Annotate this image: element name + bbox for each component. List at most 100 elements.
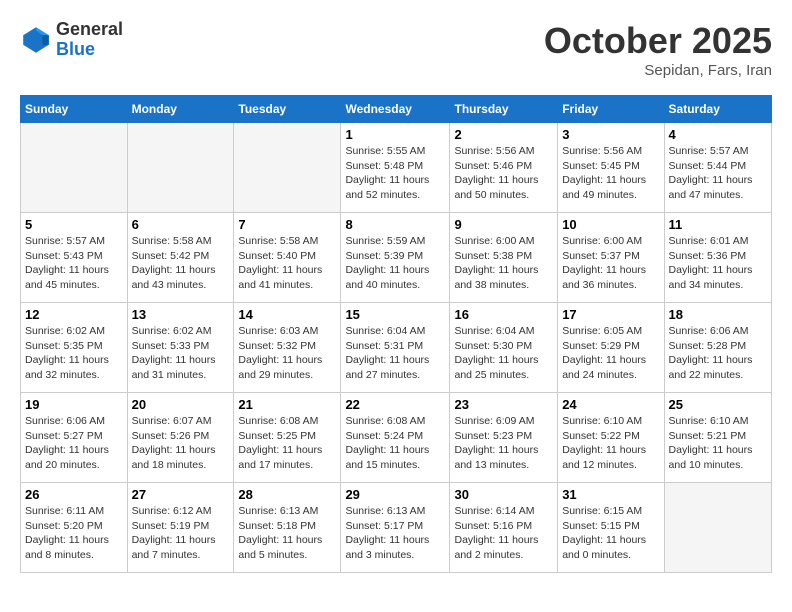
calendar-cell: 17 Sunrise: 6:05 AM Sunset: 5:29 PM Dayli… xyxy=(558,303,664,393)
logo-blue-text: Blue xyxy=(56,40,123,60)
calendar-week-row: 12Sunrise: 6:02 AM Sunset: 5:35 PM Dayli… xyxy=(21,303,772,393)
day-number: 3 xyxy=(562,127,659,142)
logo-icon xyxy=(20,24,52,56)
logo: General Blue xyxy=(20,20,123,60)
calendar-cell: 12Sunrise: 6:02 AM Sunset: 5:35 PM Dayli… xyxy=(21,303,128,393)
calendar-week-row: 19 Sunrise: 6:06 AM Sunset: 5:27 PM Dayli… xyxy=(21,393,772,483)
day-info: Sunrise: 5:55 AM Sunset: 5:48 PM Dayligh… xyxy=(345,144,445,203)
calendar-table: SundayMondayTuesdayWednesdayThursdayFrid… xyxy=(20,95,772,573)
calendar-cell: 3 Sunrise: 5:56 AM Sunset: 5:45 PM Daylig… xyxy=(558,123,664,213)
weekday-header-row: SundayMondayTuesdayWednesdayThursdayFrid… xyxy=(21,96,772,123)
calendar-cell: 26 Sunrise: 6:11 AM Sunset: 5:20 PM Dayli… xyxy=(21,483,128,573)
calendar-cell: 11 Sunrise: 6:01 AM Sunset: 5:36 PM Dayli… xyxy=(664,213,771,303)
calendar-cell: 13 Sunrise: 6:02 AM Sunset: 5:33 PM Dayli… xyxy=(127,303,234,393)
day-info: Sunrise: 6:01 AM Sunset: 5:36 PM Dayligh… xyxy=(669,234,767,293)
calendar-week-row: 5 Sunrise: 5:57 AM Sunset: 5:43 PM Daylig… xyxy=(21,213,772,303)
day-info: Sunrise: 6:05 AM Sunset: 5:29 PM Dayligh… xyxy=(562,324,659,383)
day-number: 21 xyxy=(238,397,336,412)
day-number: 26 xyxy=(25,487,123,502)
day-number: 7 xyxy=(238,217,336,232)
month-title: October 2025 xyxy=(544,20,772,62)
calendar-cell: 8 Sunrise: 5:59 AM Sunset: 5:39 PM Daylig… xyxy=(341,213,450,303)
day-number: 20 xyxy=(132,397,230,412)
day-info: Sunrise: 6:06 AM Sunset: 5:27 PM Dayligh… xyxy=(25,414,123,473)
logo-text: General Blue xyxy=(56,20,123,60)
day-info: Sunrise: 6:03 AM Sunset: 5:32 PM Dayligh… xyxy=(238,324,336,383)
calendar-cell: 18 Sunrise: 6:06 AM Sunset: 5:28 PM Dayli… xyxy=(664,303,771,393)
calendar-cell xyxy=(21,123,128,213)
calendar-cell: 27 Sunrise: 6:12 AM Sunset: 5:19 PM Dayli… xyxy=(127,483,234,573)
calendar-cell: 7 Sunrise: 5:58 AM Sunset: 5:40 PM Daylig… xyxy=(234,213,341,303)
day-number: 2 xyxy=(454,127,553,142)
weekday-header-monday: Monday xyxy=(127,96,234,123)
weekday-header-wednesday: Wednesday xyxy=(341,96,450,123)
day-number: 5 xyxy=(25,217,123,232)
calendar-week-row: 1Sunrise: 5:55 AM Sunset: 5:48 PM Daylig… xyxy=(21,123,772,213)
day-number: 31 xyxy=(562,487,659,502)
day-number: 15 xyxy=(345,307,445,322)
calendar-cell: 9 Sunrise: 6:00 AM Sunset: 5:38 PM Daylig… xyxy=(450,213,558,303)
day-number: 22 xyxy=(345,397,445,412)
day-info: Sunrise: 6:13 AM Sunset: 5:18 PM Dayligh… xyxy=(238,504,336,563)
day-info: Sunrise: 6:02 AM Sunset: 5:33 PM Dayligh… xyxy=(132,324,230,383)
calendar-cell: 30 Sunrise: 6:14 AM Sunset: 5:16 PM Dayli… xyxy=(450,483,558,573)
day-number: 19 xyxy=(25,397,123,412)
day-number: 16 xyxy=(454,307,553,322)
day-info: Sunrise: 6:13 AM Sunset: 5:17 PM Dayligh… xyxy=(345,504,445,563)
calendar-week-row: 26 Sunrise: 6:11 AM Sunset: 5:20 PM Dayli… xyxy=(21,483,772,573)
weekday-header-friday: Friday xyxy=(558,96,664,123)
calendar-cell xyxy=(664,483,771,573)
calendar-cell: 22 Sunrise: 6:08 AM Sunset: 5:24 PM Dayli… xyxy=(341,393,450,483)
calendar-cell: 16Sunrise: 6:04 AM Sunset: 5:30 PM Dayli… xyxy=(450,303,558,393)
day-info: Sunrise: 6:00 AM Sunset: 5:38 PM Dayligh… xyxy=(454,234,553,293)
day-info: Sunrise: 5:58 AM Sunset: 5:40 PM Dayligh… xyxy=(238,234,336,293)
day-info: Sunrise: 6:02 AM Sunset: 5:35 PM Dayligh… xyxy=(25,324,123,383)
calendar-cell: 10Sunrise: 6:00 AM Sunset: 5:37 PM Dayli… xyxy=(558,213,664,303)
calendar-cell: 21Sunrise: 6:08 AM Sunset: 5:25 PM Dayli… xyxy=(234,393,341,483)
weekday-header-thursday: Thursday xyxy=(450,96,558,123)
day-number: 29 xyxy=(345,487,445,502)
day-number: 28 xyxy=(238,487,336,502)
day-info: Sunrise: 6:10 AM Sunset: 5:21 PM Dayligh… xyxy=(669,414,767,473)
title-block: October 2025 Sepidan, Fars, Iran xyxy=(544,20,772,79)
day-info: Sunrise: 5:57 AM Sunset: 5:43 PM Dayligh… xyxy=(25,234,123,293)
day-info: Sunrise: 5:58 AM Sunset: 5:42 PM Dayligh… xyxy=(132,234,230,293)
page-header: General Blue October 2025 Sepidan, Fars,… xyxy=(20,20,772,79)
calendar-cell xyxy=(234,123,341,213)
day-info: Sunrise: 6:12 AM Sunset: 5:19 PM Dayligh… xyxy=(132,504,230,563)
day-info: Sunrise: 6:06 AM Sunset: 5:28 PM Dayligh… xyxy=(669,324,767,383)
day-number: 17 xyxy=(562,307,659,322)
calendar-cell xyxy=(127,123,234,213)
day-number: 18 xyxy=(669,307,767,322)
day-info: Sunrise: 6:04 AM Sunset: 5:31 PM Dayligh… xyxy=(345,324,445,383)
weekday-header-tuesday: Tuesday xyxy=(234,96,341,123)
day-info: Sunrise: 6:15 AM Sunset: 5:15 PM Dayligh… xyxy=(562,504,659,563)
day-info: Sunrise: 6:08 AM Sunset: 5:24 PM Dayligh… xyxy=(345,414,445,473)
day-number: 11 xyxy=(669,217,767,232)
day-number: 9 xyxy=(454,217,553,232)
weekday-header-sunday: Sunday xyxy=(21,96,128,123)
calendar-cell: 2 Sunrise: 5:56 AM Sunset: 5:46 PM Daylig… xyxy=(450,123,558,213)
day-number: 24 xyxy=(562,397,659,412)
day-number: 30 xyxy=(454,487,553,502)
calendar-cell: 24Sunrise: 6:10 AM Sunset: 5:22 PM Dayli… xyxy=(558,393,664,483)
day-info: Sunrise: 6:00 AM Sunset: 5:37 PM Dayligh… xyxy=(562,234,659,293)
day-info: Sunrise: 6:14 AM Sunset: 5:16 PM Dayligh… xyxy=(454,504,553,563)
day-info: Sunrise: 5:56 AM Sunset: 5:46 PM Dayligh… xyxy=(454,144,553,203)
day-number: 14 xyxy=(238,307,336,322)
day-number: 6 xyxy=(132,217,230,232)
day-info: Sunrise: 6:11 AM Sunset: 5:20 PM Dayligh… xyxy=(25,504,123,563)
calendar-cell: 20Sunrise: 6:07 AM Sunset: 5:26 PM Dayli… xyxy=(127,393,234,483)
logo-general-text: General xyxy=(56,20,123,40)
day-number: 13 xyxy=(132,307,230,322)
day-number: 8 xyxy=(345,217,445,232)
day-number: 4 xyxy=(669,127,767,142)
calendar-cell: 15 Sunrise: 6:04 AM Sunset: 5:31 PM Dayli… xyxy=(341,303,450,393)
day-info: Sunrise: 6:09 AM Sunset: 5:23 PM Dayligh… xyxy=(454,414,553,473)
weekday-header-saturday: Saturday xyxy=(664,96,771,123)
calendar-cell: 29 Sunrise: 6:13 AM Sunset: 5:17 PM Dayli… xyxy=(341,483,450,573)
day-info: Sunrise: 5:56 AM Sunset: 5:45 PM Dayligh… xyxy=(562,144,659,203)
day-number: 27 xyxy=(132,487,230,502)
calendar-cell: 28 Sunrise: 6:13 AM Sunset: 5:18 PM Dayli… xyxy=(234,483,341,573)
day-info: Sunrise: 5:59 AM Sunset: 5:39 PM Dayligh… xyxy=(345,234,445,293)
